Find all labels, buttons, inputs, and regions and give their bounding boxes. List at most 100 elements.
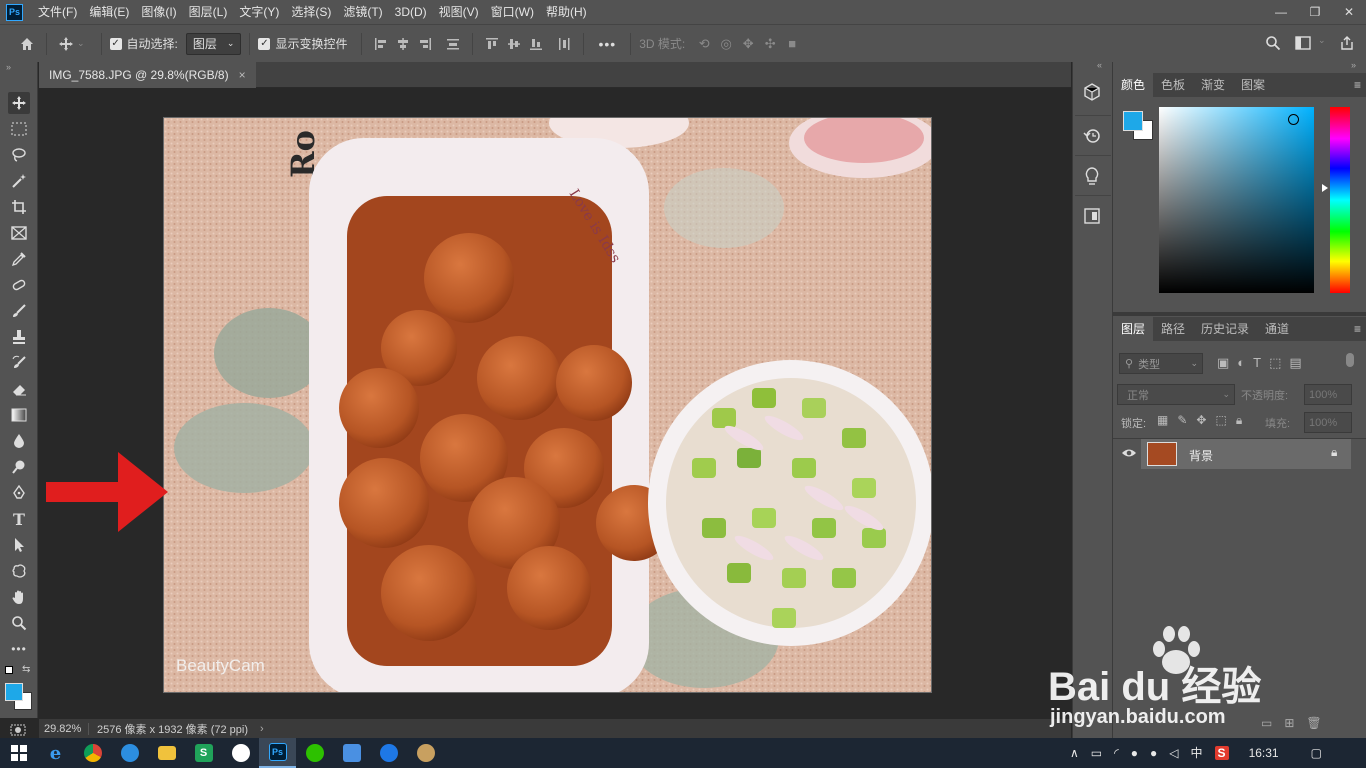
workspace-icon[interactable] bbox=[1292, 32, 1314, 54]
marquee-tool-button[interactable] bbox=[8, 118, 30, 140]
tab-history[interactable]: 历史记录 bbox=[1193, 317, 1257, 341]
share-icon[interactable] bbox=[1336, 32, 1358, 54]
volume-icon[interactable]: ◁ bbox=[1169, 746, 1178, 760]
color-panel-menu-icon[interactable]: ≡ bbox=[1354, 73, 1361, 97]
new-layer-icon[interactable]: ⊞ bbox=[1284, 716, 1294, 730]
tab-color[interactable]: 颜色 bbox=[1113, 73, 1154, 97]
game-app-icon[interactable] bbox=[407, 738, 444, 768]
type-tool-icon[interactable]: T bbox=[8, 508, 30, 530]
restore-button[interactable]: ❐ bbox=[1298, 0, 1332, 24]
lock-transparent-icon[interactable]: ▦ bbox=[1157, 413, 1168, 428]
document-tab[interactable]: IMG_7588.JPG @ 29.8%(RGB/8) × bbox=[39, 62, 256, 88]
ime-indicator[interactable]: 中 bbox=[1191, 744, 1203, 761]
more-options-icon[interactable]: ••• bbox=[598, 36, 616, 52]
menu-file[interactable]: 文件(F) bbox=[32, 0, 83, 24]
qq-icon-2[interactable]: ● bbox=[1150, 746, 1157, 760]
tab-layers[interactable]: 图层 bbox=[1113, 317, 1154, 341]
clock[interactable]: 16:31 bbox=[1249, 746, 1279, 760]
app-icon[interactable] bbox=[222, 738, 259, 768]
windows-start-icon[interactable] bbox=[0, 738, 37, 768]
tab-channels[interactable]: 通道 bbox=[1257, 317, 1297, 341]
sogou-ime-icon[interactable]: S bbox=[1214, 745, 1229, 760]
quick-mask-icon[interactable] bbox=[10, 724, 26, 739]
blur-tool-button[interactable] bbox=[8, 430, 30, 452]
delete-layer-icon[interactable]: 🗑︎ bbox=[1306, 716, 1321, 730]
menu-select[interactable]: 选择(S) bbox=[285, 0, 337, 24]
frame-tool-button[interactable] bbox=[8, 222, 30, 244]
menu-window[interactable]: 窗口(W) bbox=[485, 0, 540, 24]
ie-browser-icon[interactable]: e bbox=[37, 738, 74, 768]
align-vcenter-icon[interactable] bbox=[503, 33, 525, 55]
filter-type-icon[interactable]: T bbox=[1253, 355, 1261, 371]
search-icon[interactable] bbox=[1262, 32, 1284, 54]
collapse-dock-icon[interactable]: » bbox=[1351, 60, 1356, 70]
dodge-tool-button[interactable] bbox=[8, 456, 30, 478]
libraries-panel-icon[interactable] bbox=[1082, 206, 1104, 228]
align-right-icon[interactable] bbox=[414, 33, 436, 55]
wps-sheets-icon[interactable]: S bbox=[185, 738, 222, 768]
collapse-strip-icon[interactable]: « bbox=[1097, 60, 1102, 70]
menu-help[interactable]: 帮助(H) bbox=[540, 0, 593, 24]
blend-mode-dropdown[interactable]: 正常 ⌄ bbox=[1117, 384, 1235, 405]
align-bottom-icon[interactable] bbox=[525, 33, 547, 55]
status-menu-chevron-icon[interactable]: › bbox=[260, 723, 264, 735]
filter-pixel-icon[interactable]: ▣ bbox=[1217, 355, 1229, 371]
close-button[interactable]: ✕ bbox=[1332, 0, 1366, 24]
3d-panel-icon[interactable] bbox=[1082, 82, 1104, 104]
align-hcenter-icon[interactable] bbox=[392, 33, 414, 55]
healing-brush-tool-button[interactable] bbox=[8, 274, 30, 296]
filter-shape-icon[interactable]: ⬚ bbox=[1269, 355, 1281, 371]
custom-shape-tool-button[interactable] bbox=[8, 560, 30, 582]
panel-foreground-swatch[interactable] bbox=[1123, 111, 1143, 131]
document-image[interactable]: Ro Love is Idss BeautyCam bbox=[163, 117, 932, 693]
menu-3d[interactable]: 3D(D) bbox=[389, 0, 433, 24]
filter-adjustment-icon[interactable]: ◐ bbox=[1237, 355, 1245, 371]
menu-filter[interactable]: 滤镜(T) bbox=[337, 0, 388, 24]
color-field[interactable] bbox=[1159, 107, 1314, 293]
menu-layer[interactable]: 图层(L) bbox=[183, 0, 234, 24]
filter-toggle[interactable] bbox=[1346, 353, 1354, 367]
gradient-tool-button[interactable] bbox=[8, 404, 30, 426]
lock-pixels-icon[interactable]: ✎ bbox=[1177, 413, 1187, 428]
move-tool-button[interactable] bbox=[8, 92, 30, 114]
history-brush-tool-button[interactable] bbox=[8, 352, 30, 374]
battery-icon[interactable]: ▭ bbox=[1091, 746, 1102, 760]
menu-edit[interactable]: 编辑(E) bbox=[83, 0, 135, 24]
layer-lock-icon[interactable]: 🔒︎ bbox=[1331, 445, 1337, 460]
filter-smart-object-icon[interactable]: ▤ bbox=[1289, 355, 1301, 371]
eyedropper-tool-button[interactable] bbox=[8, 248, 30, 270]
notifications-icon[interactable]: ▢ bbox=[1311, 746, 1322, 760]
move-tool-icon[interactable] bbox=[55, 33, 77, 55]
distribute-horizontal-icon[interactable] bbox=[553, 33, 575, 55]
hue-slider-handle[interactable] bbox=[1322, 184, 1328, 192]
file-explorer-icon[interactable] bbox=[148, 738, 185, 768]
wifi-icon[interactable]: ◜ bbox=[1114, 746, 1119, 760]
color-picker-handle[interactable] bbox=[1288, 114, 1299, 125]
path-selection-tool-button[interactable] bbox=[8, 534, 30, 556]
lock-artboard-icon[interactable]: ⬚ bbox=[1215, 413, 1226, 428]
layer-name[interactable]: 背景 bbox=[1189, 447, 1213, 464]
swap-colors-icon[interactable]: ⇆ bbox=[22, 664, 30, 675]
close-document-icon[interactable]: × bbox=[239, 68, 246, 82]
layers-panel-menu-icon[interactable]: ≡ bbox=[1354, 317, 1361, 341]
chrome-icon[interactable] bbox=[74, 738, 111, 768]
edit-toolbar-icon[interactable]: ••• bbox=[8, 638, 30, 660]
distribute-vertical-icon[interactable] bbox=[442, 33, 464, 55]
lasso-tool-button[interactable] bbox=[8, 144, 30, 166]
show-transform-checkbox[interactable]: ✓ bbox=[258, 37, 271, 50]
minimize-button[interactable]: — bbox=[1264, 0, 1298, 24]
show-transform-option[interactable]: ✓ 显示变换控件 bbox=[258, 35, 347, 52]
workspace-chevron-icon[interactable]: ⌄ bbox=[1318, 35, 1326, 46]
media-player-icon[interactable] bbox=[370, 738, 407, 768]
eraser-tool-button[interactable] bbox=[8, 378, 30, 400]
opacity-input[interactable]: 100% bbox=[1304, 384, 1352, 405]
hue-slider[interactable] bbox=[1330, 107, 1350, 293]
tab-swatches[interactable]: 色板 bbox=[1153, 73, 1193, 97]
history-panel-icon[interactable] bbox=[1082, 125, 1104, 147]
auto-select-checkbox[interactable]: ✓ bbox=[109, 37, 122, 50]
collapse-tools-icon[interactable]: » bbox=[6, 62, 11, 72]
app-window-icon[interactable] bbox=[333, 738, 370, 768]
move-preset-chevron-icon[interactable]: ⌄ bbox=[77, 38, 85, 49]
photoshop-logo-icon[interactable]: Ps bbox=[6, 3, 23, 21]
menu-view[interactable]: 视图(V) bbox=[433, 0, 485, 24]
